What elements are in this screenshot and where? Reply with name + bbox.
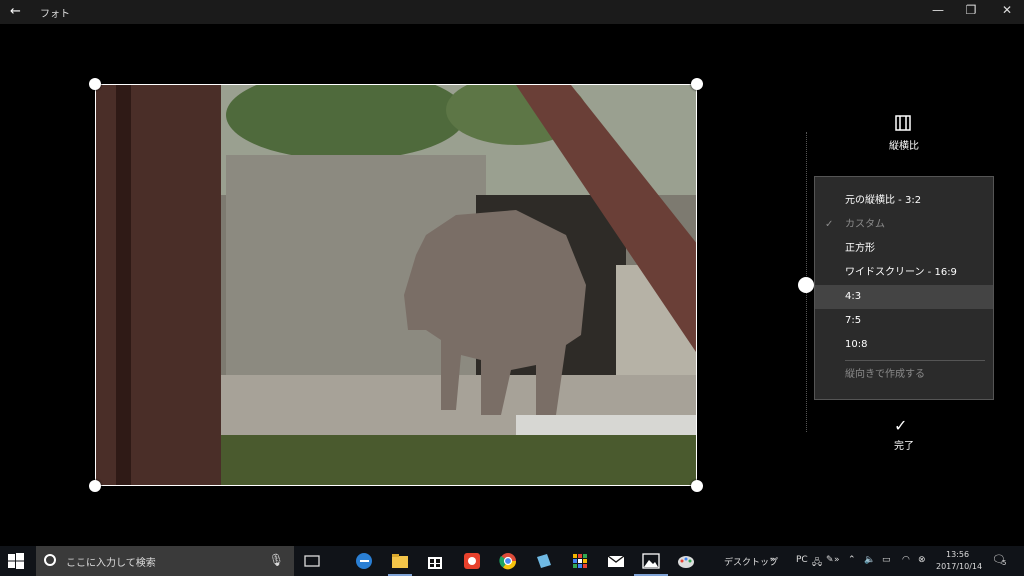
wifi-icon[interactable]: ◠ xyxy=(902,555,910,565)
window-title: フォト xyxy=(40,9,70,20)
menu-item-7-5[interactable]: 7:5 xyxy=(815,309,993,333)
show-hidden-icons-icon[interactable]: ⌃ xyxy=(848,555,856,565)
menu-item-portrait[interactable]: 縦向きで作成する xyxy=(815,363,993,387)
search-placeholder: ここに入力して検索 xyxy=(66,558,156,569)
network-drive-icon[interactable]: 🖧 xyxy=(812,555,822,571)
pen-icon[interactable]: ✎ xyxy=(826,555,834,565)
app-icon-red[interactable] xyxy=(462,551,482,571)
menu-item-widescreen[interactable]: ワイドスクリーン - 16:9 xyxy=(815,261,993,285)
notification-count: 5 xyxy=(1002,559,1007,567)
menu-item-custom[interactable]: ✓ カスタム xyxy=(815,213,993,237)
rhino-photo xyxy=(96,85,696,485)
menu-item-original[interactable]: 元の縦横比 - 3:2 xyxy=(815,189,993,213)
app-icon-grid[interactable] xyxy=(570,551,590,571)
minimize-button[interactable]: — xyxy=(928,3,948,17)
menu-separator xyxy=(845,360,985,361)
taskbar-search-box[interactable]: ここに入力して検索 🎙 xyxy=(36,546,294,576)
crop-handle-top-left[interactable] xyxy=(89,78,101,90)
ime-icon[interactable]: ⊗ xyxy=(918,555,926,565)
title-bar: ← フォト — ❐ ✕ xyxy=(0,0,1024,24)
photo-crop-area[interactable] xyxy=(95,84,697,486)
mail-icon[interactable] xyxy=(606,551,626,571)
pc-toolbar-label[interactable]: PC xyxy=(796,555,808,565)
restore-button[interactable]: ❐ xyxy=(961,3,981,17)
microphone-icon[interactable]: 🎙 xyxy=(269,553,284,567)
menu-item-square[interactable]: 正方形 xyxy=(815,237,993,261)
battery-icon[interactable]: ▭ xyxy=(882,555,891,565)
close-button[interactable]: ✕ xyxy=(997,3,1017,17)
crop-handle-top-right[interactable] xyxy=(691,78,703,90)
overflow-chevron[interactable]: » xyxy=(770,555,776,565)
checkmark-icon: ✓ xyxy=(825,219,834,230)
photos-icon[interactable] xyxy=(641,551,661,571)
file-explorer-icon[interactable] xyxy=(390,551,410,571)
paint-icon[interactable] xyxy=(676,551,696,571)
clock-date[interactable]: 2017/10/14 xyxy=(936,562,982,571)
edge-browser-icon[interactable] xyxy=(354,551,374,571)
aspect-ratio-menu: 元の縦横比 - 3:2 ✓ カスタム 正方形 ワイドスクリーン - 16:9 4… xyxy=(814,176,994,400)
taskbar: ここに入力して検索 🎙 デスクトップ » PC 🖧 ✎ » ⌃ 🔈 ▭ ◠ ⊗ … xyxy=(0,546,1024,576)
done-button[interactable]: 完了 xyxy=(886,437,922,452)
overflow-chevron-2[interactable]: » xyxy=(834,555,840,565)
menu-item-10-8[interactable]: 10:8 xyxy=(815,333,993,357)
menu-item-custom-label: カスタム xyxy=(845,219,885,230)
clock-time[interactable]: 13:56 xyxy=(946,550,969,559)
crop-handle-bottom-left[interactable] xyxy=(89,480,101,492)
store-icon[interactable] xyxy=(425,551,445,571)
crop-handle-bottom-right[interactable] xyxy=(691,480,703,492)
check-icon[interactable]: ✓ xyxy=(894,416,907,435)
cortana-icon xyxy=(44,554,56,566)
aspect-ratio-label[interactable]: 縦横比 xyxy=(880,137,928,152)
back-arrow-icon[interactable]: ← xyxy=(10,4,21,19)
aspect-ratio-icon[interactable] xyxy=(893,114,913,132)
app-icon-blue[interactable] xyxy=(534,551,554,571)
straighten-slider-thumb[interactable] xyxy=(798,277,814,293)
menu-item-4-3[interactable]: 4:3 xyxy=(815,285,993,309)
task-view-icon[interactable] xyxy=(302,551,322,571)
volume-icon[interactable]: 🔈 xyxy=(864,555,875,565)
chrome-icon[interactable] xyxy=(498,551,518,571)
windows-start-icon[interactable] xyxy=(8,553,24,569)
